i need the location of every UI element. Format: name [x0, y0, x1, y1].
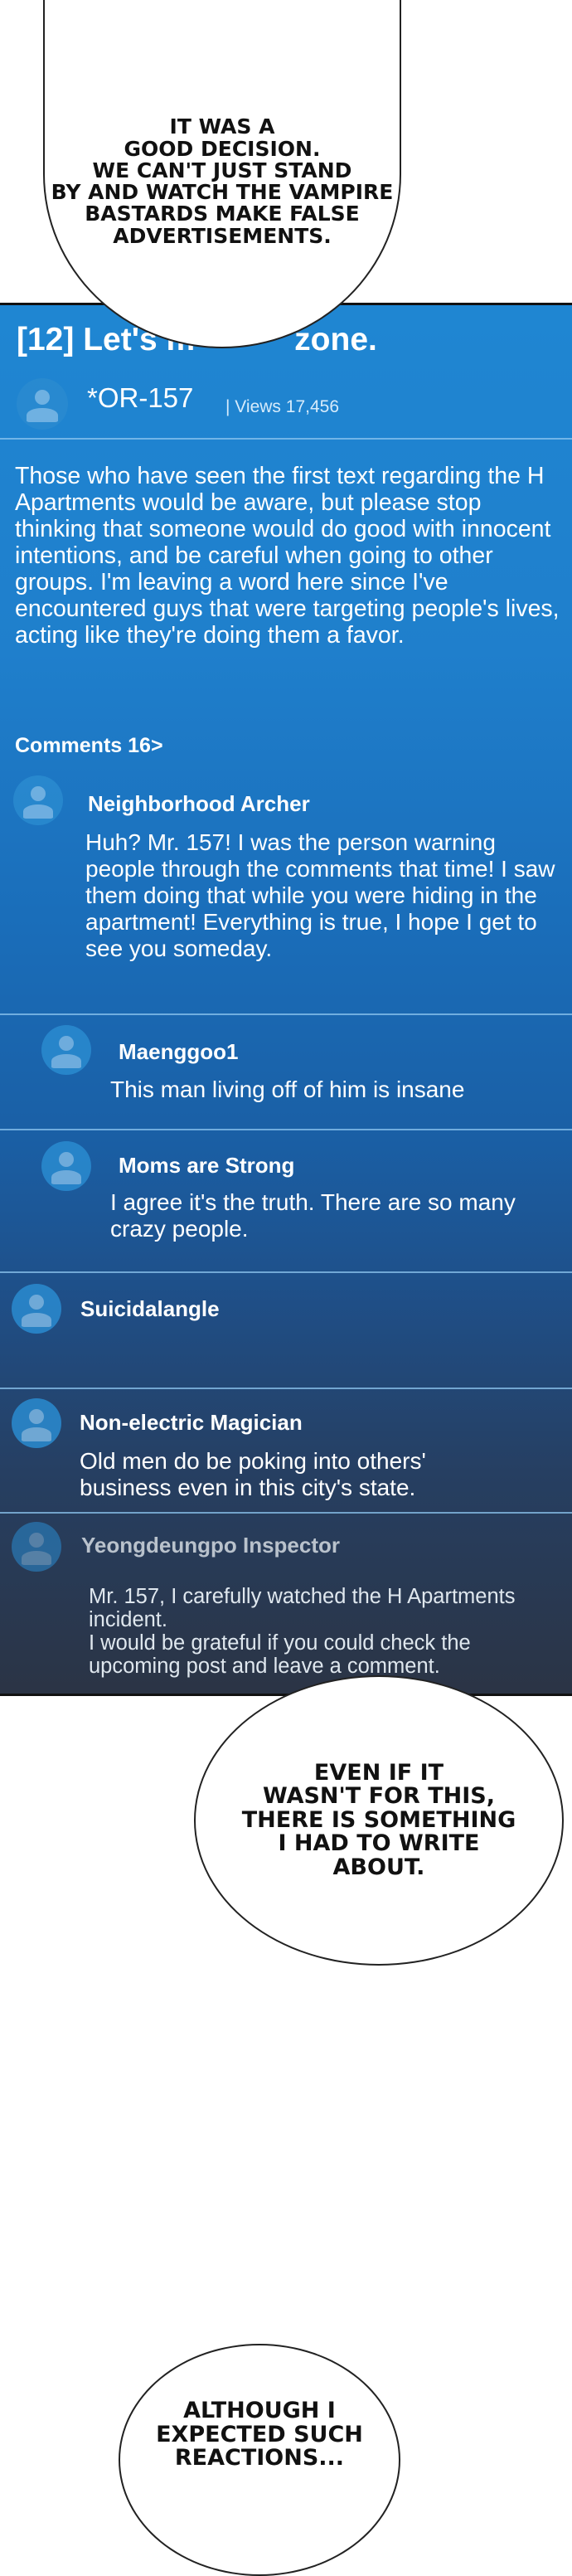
- comment-avatar: [41, 1025, 91, 1075]
- speech-bubble-text: It was a good decision. We can't just st…: [51, 114, 394, 248]
- comment-avatar: [12, 1284, 61, 1334]
- speech-bubble-middle: Even if it wasn't for this, there is som…: [194, 1675, 564, 1966]
- comment-avatar: [13, 775, 63, 825]
- comment-author[interactable]: Yeongdeungpo Inspector: [81, 1533, 340, 1558]
- divider: [0, 1512, 572, 1514]
- speech-bubble-text: Although I expected such reactions...: [156, 2398, 363, 2472]
- speech-bubble-text: Even if it wasn't for this, there is som…: [241, 1760, 516, 1880]
- divider: [0, 438, 572, 440]
- comment-avatar: [41, 1141, 91, 1191]
- comment-avatar: [12, 1398, 61, 1448]
- comment-body: I agree it's the truth. There are so man…: [110, 1189, 516, 1242]
- post-author[interactable]: *OR-157: [87, 382, 193, 414]
- post-views: | Views 17,456: [225, 397, 339, 416]
- comment-body: Mr. 157, I carefully watched the H Apart…: [89, 1585, 516, 1678]
- speech-bubble-bottom: Although I expected such reactions...: [119, 2344, 400, 2576]
- forum-post-panel: [12] Let's m zone. *OR-157 | Views 17,456…: [0, 303, 572, 1696]
- divider: [0, 1388, 572, 1389]
- comment-author[interactable]: Suicidalangle: [80, 1296, 220, 1322]
- comment-avatar: [12, 1522, 61, 1572]
- post-body: Those who have seen the first text regar…: [15, 463, 560, 649]
- comments-link[interactable]: Comments 16>: [15, 734, 163, 758]
- comment-author[interactable]: Maenggoo1: [119, 1039, 238, 1065]
- comment-body: Huh? Mr. 157! I was the person warning p…: [85, 829, 555, 961]
- comment-body: Old men do be poking into others' busine…: [80, 1448, 426, 1500]
- comment-author[interactable]: Non-electric Magician: [80, 1410, 303, 1436]
- author-avatar: [17, 378, 68, 430]
- divider: [0, 1013, 572, 1015]
- comment-author[interactable]: Neighborhood Archer: [88, 791, 310, 817]
- speech-bubble-top: It was a good decision. We can't just st…: [43, 0, 401, 348]
- divider: [0, 1271, 572, 1273]
- comment-body: This man living off of him is insane: [110, 1077, 465, 1102]
- comment-author[interactable]: Moms are Strong: [119, 1153, 294, 1179]
- divider: [0, 1129, 572, 1130]
